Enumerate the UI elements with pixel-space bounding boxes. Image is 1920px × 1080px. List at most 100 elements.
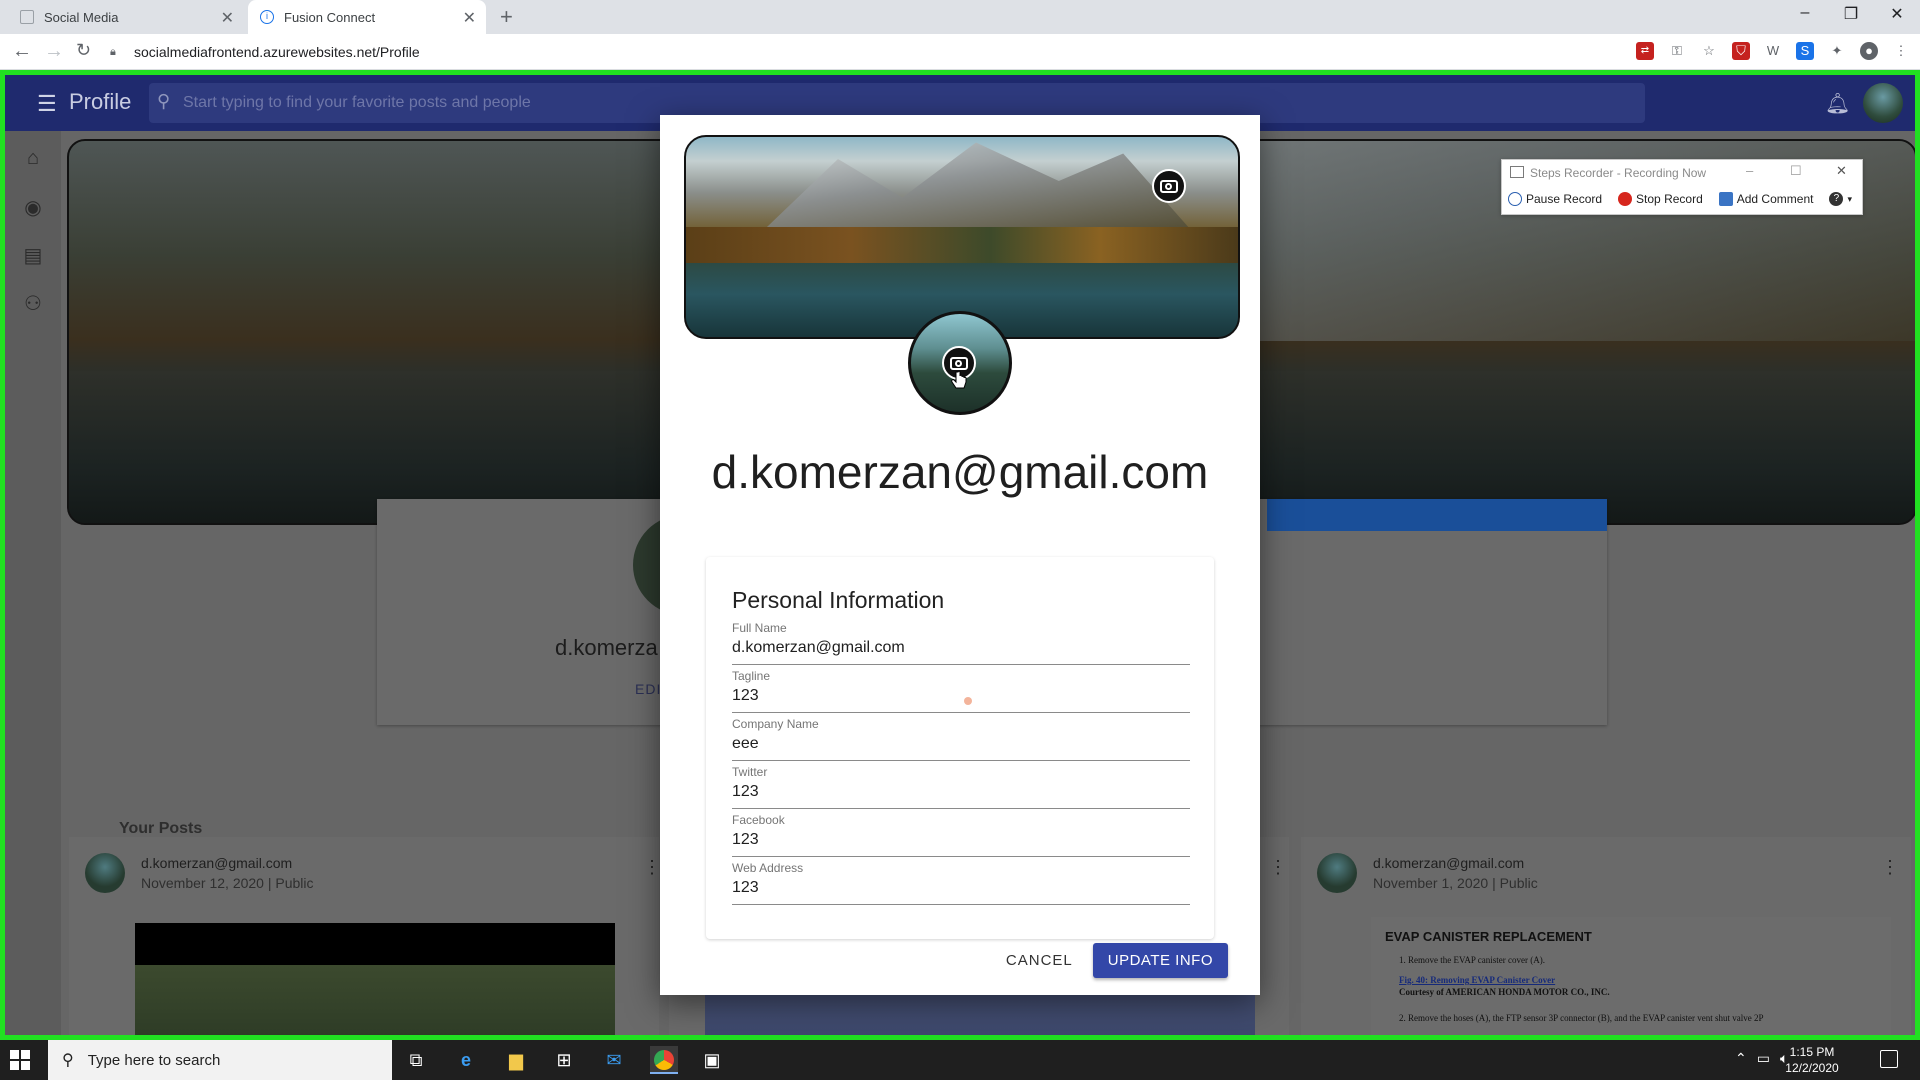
pause-record-button[interactable]: Pause Record xyxy=(1508,192,1602,206)
mail-icon[interactable]: ✉ xyxy=(600,1046,628,1074)
twitter-field[interactable]: Twitter 123 xyxy=(732,765,1190,809)
task-view-icon[interactable]: ⧉ xyxy=(402,1046,430,1074)
change-cover-camera-icon[interactable] xyxy=(1152,169,1186,203)
field-label: Facebook xyxy=(732,813,785,827)
file-explorer-icon[interactable]: ▆ xyxy=(502,1046,530,1074)
notification-icon[interactable] xyxy=(1880,1050,1898,1068)
field-label: Full Name xyxy=(732,621,787,635)
translate-icon[interactable]: ⇄ xyxy=(1636,42,1654,60)
company-name-field[interactable]: Company Name eee xyxy=(732,717,1190,761)
clock[interactable]: 1:15 PM 12/2/2020 xyxy=(1782,1044,1842,1076)
click-ripple xyxy=(964,697,972,705)
shield-icon[interactable]: ⛉ xyxy=(1732,42,1750,60)
post-avatar xyxy=(1317,853,1357,893)
edge-icon[interactable]: e xyxy=(452,1046,480,1074)
people-icon[interactable]: ⚇ xyxy=(21,291,45,315)
post-document-preview: EVAP CANISTER REPLACEMENT 1. Remove the … xyxy=(1371,917,1891,1035)
puzzle-icon[interactable]: ✦ xyxy=(1828,42,1846,60)
close-tab-icon[interactable]: ✕ xyxy=(463,8,476,28)
taskbar-search-box[interactable]: ⚲ Type here to search xyxy=(48,1040,392,1080)
card-accent-strip xyxy=(1267,499,1607,531)
web-address-field[interactable]: Web Address 123 xyxy=(732,861,1190,905)
browser-tab-bar: Social Media ✕ i Fusion Connect ✕ + – ❐ … xyxy=(0,0,1920,34)
post-image xyxy=(135,923,615,1035)
post-menu-icon: ⋮ xyxy=(1881,857,1899,877)
key-icon[interactable]: ⚿ xyxy=(1668,42,1686,60)
tab-social-media[interactable]: Social Media ✕ xyxy=(8,0,244,34)
url-field[interactable]: 🔒︎ socialmediafrontend.azurewebsites.net… xyxy=(110,39,1610,65)
add-comment-label: Add Comment xyxy=(1736,192,1814,206)
back-icon[interactable]: ← xyxy=(12,40,32,63)
tab-fusion-connect[interactable]: i Fusion Connect ✕ xyxy=(248,0,486,34)
s-extension-icon[interactable]: S xyxy=(1796,42,1814,60)
update-info-button[interactable]: UPDATE INFO xyxy=(1092,943,1228,978)
add-comment-button[interactable]: Add Comment xyxy=(1718,192,1814,206)
full-name-field[interactable]: Full Name d.komerzan@gmail.com xyxy=(732,621,1190,665)
chevron-up-icon[interactable]: ⌃ xyxy=(1735,1050,1747,1067)
cover-photo xyxy=(684,135,1240,339)
doc-heading: EVAP CANISTER REPLACEMENT xyxy=(1385,929,1592,944)
steps-recorder-toolbar: Pause Record Stop Record Add Comment ? ▾ xyxy=(1508,192,1852,206)
system-tray: ⌃ ▭ 🔈︎ xyxy=(1735,1050,1788,1067)
kebab-menu-icon[interactable]: ⋮ xyxy=(1892,42,1910,60)
field-value: 123 xyxy=(732,783,759,800)
bell-icon[interactable]: 🔔︎ xyxy=(1825,91,1850,116)
address-bar: ← → ↻ 🔒︎ socialmediafrontend.azurewebsit… xyxy=(0,34,1920,70)
stop-record-button[interactable]: Stop Record xyxy=(1618,192,1703,206)
restore-icon[interactable]: ❐ xyxy=(1828,4,1874,24)
post-card: d.komerzan@gmail.com November 12, 2020 |… xyxy=(69,837,661,1035)
minimize-icon[interactable]: – xyxy=(1746,163,1753,178)
doc-line: 2. Remove the hoses (A), the FTP sensor … xyxy=(1399,1013,1764,1023)
post-card: d.komerzan@gmail.com November 1, 2020 | … xyxy=(1301,837,1911,1035)
help-dropdown[interactable]: ? ▾ xyxy=(1829,192,1852,206)
page-icon xyxy=(20,10,34,24)
close-icon[interactable]: ✕ xyxy=(1836,163,1847,179)
post-author: d.komerzan@gmail.com xyxy=(1373,855,1525,871)
comment-icon xyxy=(1718,192,1733,206)
lock-icon: 🔒︎ xyxy=(110,46,116,58)
forward-icon[interactable]: → xyxy=(44,40,64,63)
field-value: 123 xyxy=(732,687,759,704)
close-tab-icon[interactable]: ✕ xyxy=(221,8,234,28)
profile-icon[interactable]: ◉ xyxy=(21,195,45,219)
steps-recorder-title: Steps Recorder - Recording Now xyxy=(1530,166,1707,180)
taskbar-search-placeholder: Type here to search xyxy=(87,1051,221,1069)
messages-icon[interactable]: ▤ xyxy=(21,243,45,267)
tagline-field[interactable]: Tagline 123 xyxy=(732,669,1190,713)
hamburger-icon[interactable]: ☰ xyxy=(37,91,57,117)
url-text: socialmediafrontend.azurewebsites.net/Pr… xyxy=(134,44,420,60)
steps-recorder-taskbar-icon[interactable]: ▣ xyxy=(698,1046,726,1074)
new-tab-icon[interactable]: + xyxy=(500,4,513,30)
home-icon[interactable]: ⌂ xyxy=(21,147,45,171)
field-value: 123 xyxy=(732,879,759,896)
chrome-icon[interactable] xyxy=(650,1046,678,1074)
doc-link: Fig. 40: Removing EVAP Canister Cover xyxy=(1399,975,1556,985)
w-extension-icon[interactable]: W xyxy=(1764,42,1782,60)
reload-icon[interactable]: ↻ xyxy=(76,40,91,61)
steps-recorder-icon xyxy=(1510,166,1524,178)
minimize-icon[interactable]: – xyxy=(1782,4,1828,22)
form-title: Personal Information xyxy=(732,587,945,613)
tab-label: Fusion Connect xyxy=(284,9,376,25)
close-window-icon[interactable]: ✕ xyxy=(1874,4,1920,24)
extension-icons: ⇄ ⚿ ☆ ⛉ W S ✦ ● ⋮ xyxy=(1636,42,1910,60)
search-icon: ⚲ xyxy=(62,1052,74,1069)
search-icon: ⚲ xyxy=(157,91,171,111)
windows-start-icon[interactable] xyxy=(10,1050,30,1070)
store-icon[interactable]: ⊞ xyxy=(550,1046,578,1074)
field-value: d.komerzan@gmail.com xyxy=(732,639,905,656)
field-value: 123 xyxy=(732,831,759,848)
cancel-button[interactable]: CANCEL xyxy=(998,944,1081,977)
maximize-icon[interactable]: ☐ xyxy=(1790,163,1802,179)
account-icon[interactable]: ● xyxy=(1860,42,1878,60)
field-label: Web Address xyxy=(732,861,804,875)
avatar[interactable] xyxy=(1863,83,1903,123)
star-icon[interactable]: ☆ xyxy=(1700,42,1718,60)
field-label: Company Name xyxy=(732,717,819,731)
background-profile-name: d.komerza xyxy=(555,635,658,660)
clock-time: 1:15 PM xyxy=(1789,1045,1835,1059)
facebook-field[interactable]: Facebook 123 xyxy=(732,813,1190,857)
post-menu-icon: ⋮ xyxy=(643,857,661,877)
post-menu-icon: ⋮ xyxy=(1269,857,1287,877)
network-icon[interactable]: ▭ xyxy=(1757,1050,1770,1067)
